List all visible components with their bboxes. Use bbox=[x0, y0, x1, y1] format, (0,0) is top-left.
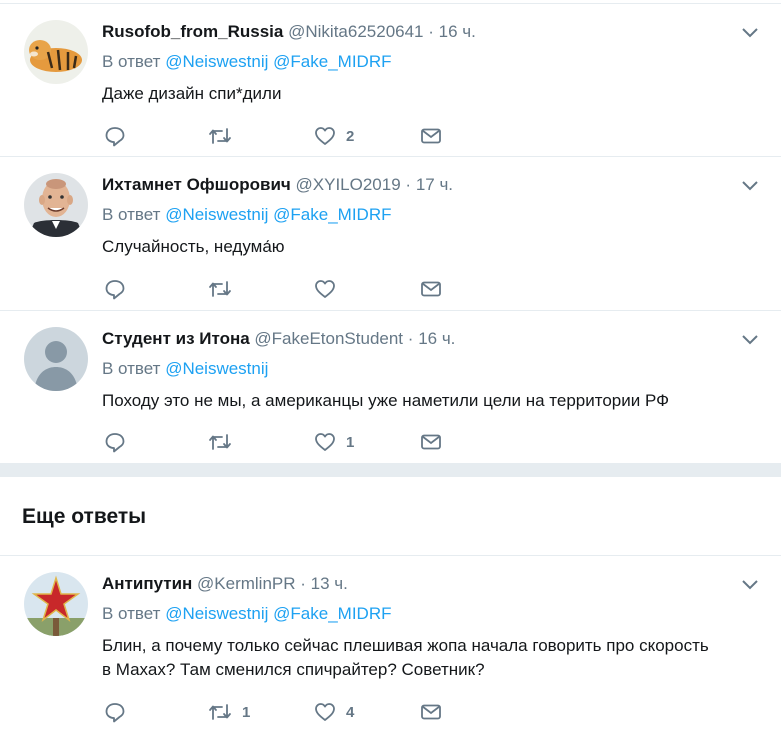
reply-icon bbox=[105, 280, 125, 300]
more-replies-title: Еще ответы bbox=[22, 505, 147, 528]
tweet-actions: 1 bbox=[104, 429, 464, 455]
reply-prefix: В ответ bbox=[102, 52, 161, 71]
user-handle[interactable]: @XYILO2019 bbox=[296, 175, 401, 194]
user-handle[interactable]: @KermlinPR bbox=[197, 574, 296, 593]
mention-link[interactable]: @Neiswestnij bbox=[165, 359, 268, 378]
display-name[interactable]: Студент из Итона bbox=[102, 329, 250, 348]
like-button[interactable] bbox=[314, 276, 336, 302]
retweet-icon bbox=[209, 128, 231, 144]
timestamp[interactable]: 13 ч. bbox=[311, 574, 348, 593]
timestamp[interactable]: 16 ч. bbox=[439, 22, 476, 41]
display-name[interactable]: Антипутин bbox=[102, 574, 192, 593]
reply-icon bbox=[105, 703, 125, 723]
display-name[interactable]: Rusofob_from_Russia bbox=[102, 22, 283, 41]
reply-prefix: В ответ bbox=[102, 604, 161, 623]
avatar-tiger[interactable] bbox=[24, 20, 88, 84]
reply-context: В ответ @Neiswestnij bbox=[102, 357, 741, 381]
mention-link[interactable]: @Neiswestnij bbox=[165, 604, 268, 623]
separator-dot: · bbox=[407, 329, 414, 348]
retweet-button[interactable] bbox=[208, 276, 232, 302]
reply-button[interactable] bbox=[104, 429, 126, 455]
retweet-icon bbox=[209, 434, 231, 450]
mention-link[interactable]: @Fake_MIDRF bbox=[273, 205, 391, 224]
like-button[interactable]: 4 bbox=[314, 699, 354, 725]
retweet-button[interactable]: 1 bbox=[208, 699, 250, 725]
tweet[interactable]: Студент из Итона @FakeEtonStudent · 16 ч… bbox=[0, 310, 781, 463]
retweet-button[interactable] bbox=[208, 123, 232, 149]
reply-context: В ответ @Neiswestnij @Fake_MIDRF bbox=[102, 602, 741, 626]
direct-message-button[interactable] bbox=[420, 276, 442, 302]
mention-link[interactable]: @Fake_MIDRF bbox=[273, 52, 391, 71]
tweet[interactable]: Антипутин @KermlinPR · 13 ч. В ответ @Ne… bbox=[0, 555, 781, 737]
like-icon bbox=[315, 280, 335, 298]
reply-prefix: В ответ bbox=[102, 359, 161, 378]
retweet-count: 1 bbox=[242, 703, 251, 721]
like-button[interactable]: 2 bbox=[314, 123, 354, 149]
reply-prefix: В ответ bbox=[102, 205, 161, 224]
tweet[interactable]: Rusofob_from_Russia @Nikita62520641 · 16… bbox=[0, 3, 781, 156]
like-count: 1 bbox=[346, 433, 355, 451]
tweet-text-line: в Махах? Там сменился спичрайтер? Советн… bbox=[102, 660, 485, 679]
direct-message-button[interactable] bbox=[420, 699, 442, 725]
user-handle[interactable]: @FakeEtonStudent bbox=[254, 329, 403, 348]
retweet-icon bbox=[209, 704, 231, 720]
direct-message-icon bbox=[421, 704, 441, 720]
mention-link[interactable]: @Neiswestnij bbox=[165, 52, 268, 71]
reply-button[interactable] bbox=[104, 276, 126, 302]
chevron-down-icon[interactable] bbox=[741, 578, 759, 590]
separator-dot: · bbox=[300, 574, 306, 593]
reply-context: В ответ @Neiswestnij @Fake_MIDRF bbox=[102, 50, 741, 74]
avatar-kremlin-star[interactable] bbox=[24, 572, 88, 636]
mention-link[interactable]: @Neiswestnij bbox=[165, 205, 268, 224]
timestamp[interactable]: 17 ч. bbox=[416, 175, 453, 194]
like-icon bbox=[315, 703, 335, 721]
tweet-actions: 1 4 bbox=[104, 699, 464, 725]
tweet-text: Походу это не мы, а американцы уже намет… bbox=[102, 391, 670, 410]
tweet[interactable]: Ихтамнет Офшорович @XYILO2019 · 17 ч. В … bbox=[0, 156, 781, 310]
reply-icon bbox=[105, 433, 125, 453]
avatar-caricature[interactable] bbox=[24, 173, 88, 237]
direct-message-icon bbox=[421, 128, 441, 144]
chevron-down-icon[interactable] bbox=[741, 333, 759, 345]
direct-message-icon bbox=[421, 281, 441, 297]
tweet-text: Случайность, недума́ю bbox=[102, 237, 285, 256]
like-button[interactable]: 1 bbox=[314, 429, 354, 455]
direct-message-button[interactable] bbox=[420, 123, 442, 149]
reply-icon bbox=[105, 127, 125, 147]
like-count: 2 bbox=[346, 127, 355, 145]
retweet-button[interactable] bbox=[208, 429, 232, 455]
chevron-down-icon[interactable] bbox=[741, 26, 759, 38]
replies-feed: Rusofob_from_Russia @Nikita62520641 · 16… bbox=[0, 0, 781, 737]
separator-dot: · bbox=[405, 175, 412, 194]
retweet-icon bbox=[209, 281, 231, 297]
avatar-default[interactable] bbox=[24, 327, 88, 391]
separator-dot: · bbox=[428, 22, 434, 41]
like-icon bbox=[315, 433, 335, 451]
direct-message-icon bbox=[421, 434, 441, 450]
tweet-text: Даже дизайн спи*дили bbox=[102, 84, 282, 103]
mention-link[interactable]: @Fake_MIDRF bbox=[273, 604, 391, 623]
tweet-actions: 2 bbox=[104, 123, 464, 149]
tweet-text: Блин, а почему только сейчас плешивая жо… bbox=[102, 634, 741, 682]
reply-button[interactable] bbox=[104, 123, 126, 149]
tweet-text-line: Блин, а почему только сейчас плешивая жо… bbox=[102, 636, 709, 655]
timestamp[interactable]: 16 ч. bbox=[418, 329, 455, 348]
direct-message-button[interactable] bbox=[420, 429, 442, 455]
reply-button[interactable] bbox=[104, 699, 126, 725]
like-icon bbox=[315, 127, 335, 145]
chevron-down-icon[interactable] bbox=[741, 179, 759, 191]
reply-context: В ответ @Neiswestnij @Fake_MIDRF bbox=[102, 203, 741, 227]
tweet-actions bbox=[104, 276, 464, 302]
like-count: 4 bbox=[346, 703, 355, 721]
display-name[interactable]: Ихтамнет Офшорович bbox=[102, 175, 291, 194]
more-replies-header: Еще ответы bbox=[0, 477, 781, 555]
user-handle[interactable]: @Nikita62520641 bbox=[288, 22, 423, 41]
section-separator bbox=[0, 463, 781, 477]
